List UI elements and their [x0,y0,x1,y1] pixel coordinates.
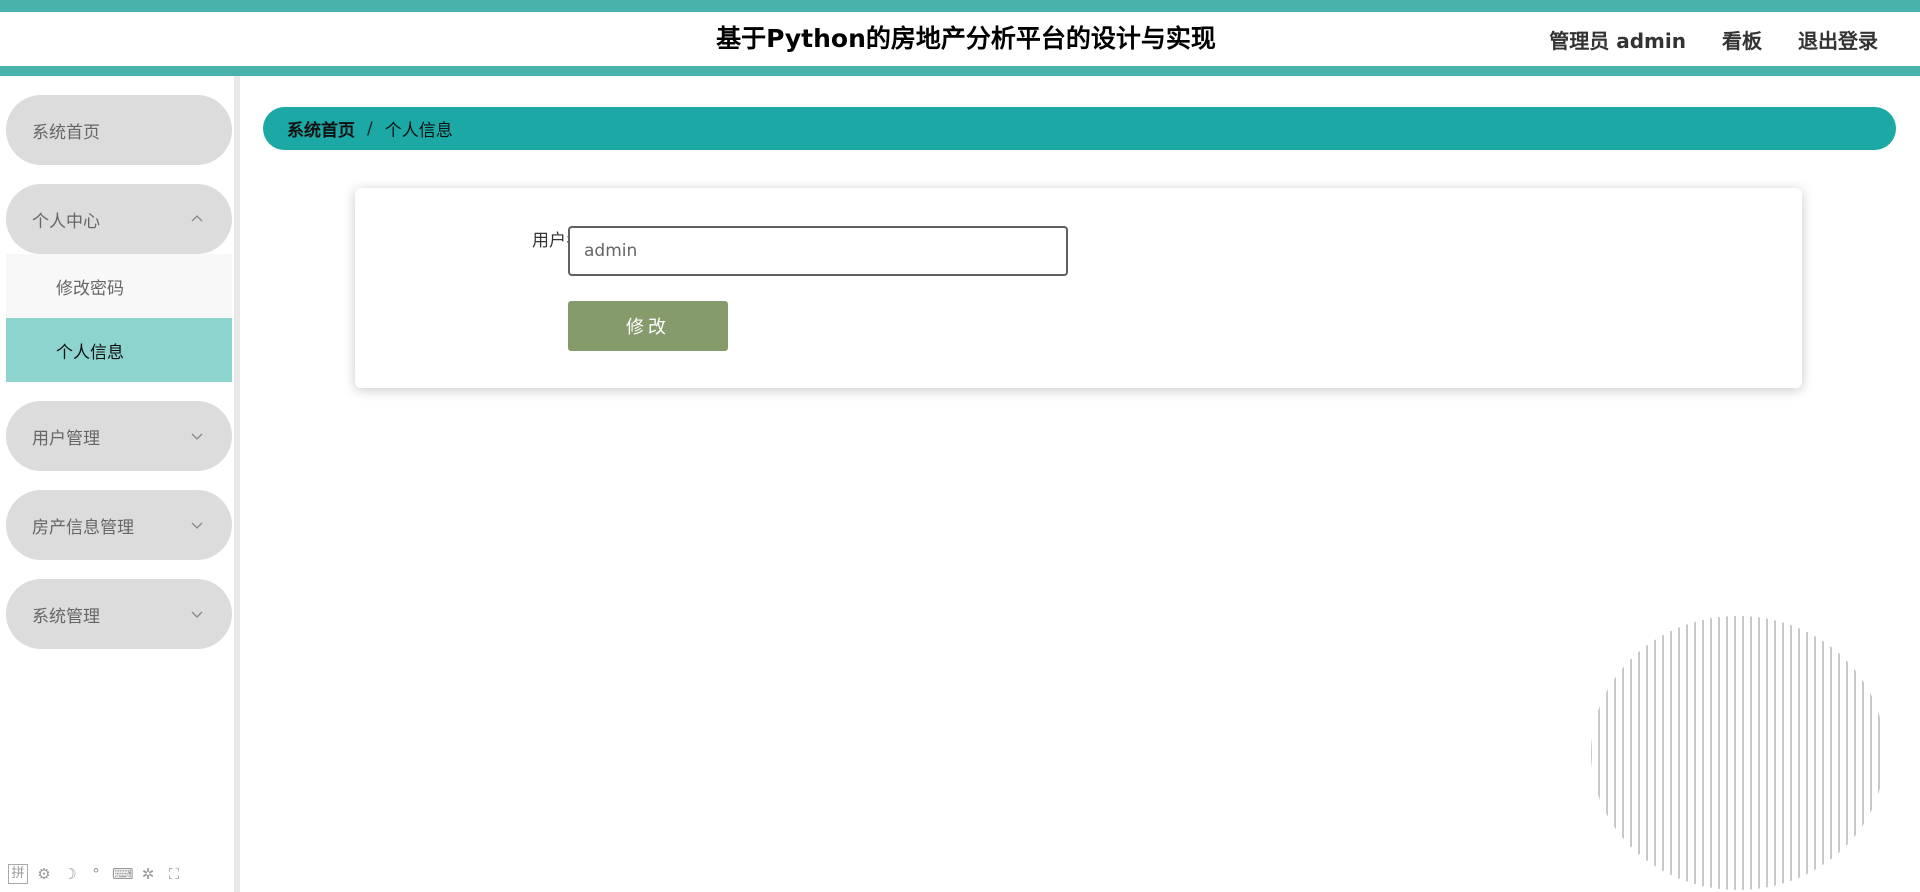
chevron-down-icon [191,522,203,529]
sidebar-item-property-management[interactable]: 房产信息管理 [6,490,232,560]
chevron-down-icon [191,433,203,440]
submenu-personal-center: 修改密码 个人信息 [6,254,232,382]
admin-user-label: 管理员 admin [1549,28,1686,53]
logout-link[interactable]: 退出登录 [1798,25,1878,54]
username-input[interactable] [568,226,1068,276]
pinyin-icon[interactable]: 拼 [8,864,28,884]
expand-icon[interactable]: ⛶ [164,865,184,883]
punctuation-icon[interactable]: ° [86,865,106,883]
keyboard-icon[interactable]: ⌨ [112,865,134,883]
decorative-striped-circle [1591,616,1885,890]
sidebar-item-personal-info[interactable]: 个人信息 [6,318,232,382]
sidebar-item-home[interactable]: 系统首页 [6,95,232,165]
sidebar-item-label: 个人信息 [56,342,124,363]
sidebar-item-system-management[interactable]: 系统管理 [6,579,232,649]
sidebar-item-label: 修改密码 [56,278,124,299]
settings-icon[interactable]: ⚙ [34,865,54,883]
sidebar-item-label: 用户管理 [32,428,100,449]
chevron-down-icon [191,611,203,618]
sidebar-item-label: 个人中心 [32,211,100,232]
sidebar-item-label: 系统管理 [32,606,100,627]
breadcrumb-home[interactable]: 系统首页 [287,116,355,141]
sidebar-item-user-management[interactable]: 用户管理 [6,401,232,471]
sidebar-item-personal-center[interactable]: 个人中心 [6,184,232,254]
breadcrumb-current: 个人信息 [384,121,453,141]
profile-form-card: 用户名 修改 [355,188,1802,388]
header-actions: 管理员 admin 看板 退出登录 [1549,12,1878,66]
sidebar-item-label: 房产信息管理 [32,517,134,538]
dashboard-link[interactable]: 看板 [1722,25,1762,54]
sidebar-item-change-password[interactable]: 修改密码 [6,254,232,318]
modify-button[interactable]: 修改 [568,301,728,351]
breadcrumb: 系统首页 / 个人信息 [263,107,1896,150]
sidebar: 系统首页 个人中心 修改密码 个人信息 用户管理 房产信息管理 系统管理 [0,76,240,892]
top-header: 基于Python的房地产分析平台的设计与实现 管理员 admin 看板 退出登录 [0,0,1920,76]
breadcrumb-separator: / [367,118,373,139]
sidebar-item-label: 系统首页 [32,122,100,143]
moon-icon[interactable]: ☽ [60,865,80,883]
chevron-up-icon [191,215,203,222]
ime-toolbar: 拼 ⚙ ☽ ° ⌨ ✲ ⛶ [8,862,184,886]
gear-icon[interactable]: ✲ [138,865,158,883]
